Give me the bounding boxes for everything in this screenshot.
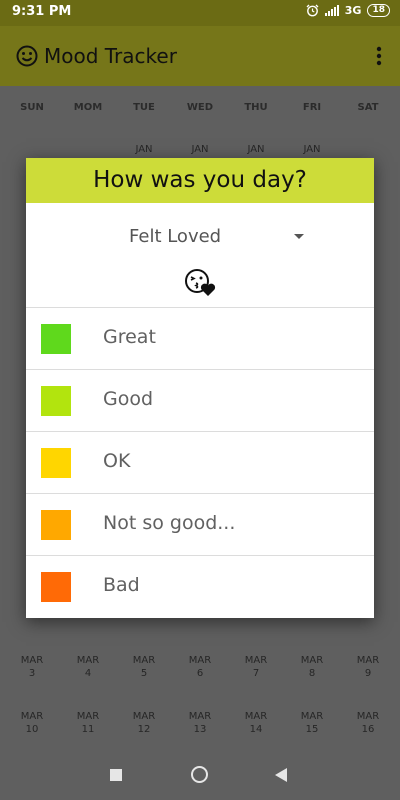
cell-month: MAR bbox=[244, 711, 268, 722]
color-swatch bbox=[41, 386, 71, 416]
mood-option-not-so-good[interactable]: Not so good... bbox=[26, 493, 374, 556]
day-of-week-header: MOM bbox=[73, 102, 103, 113]
cell-month: MAR bbox=[356, 711, 380, 722]
calendar-day-cell[interactable]: MAR 8 bbox=[284, 654, 340, 680]
status-icons: 3G 18 bbox=[306, 4, 390, 17]
home-icon[interactable] bbox=[191, 766, 208, 783]
status-bar: 9:31 PM 3G 18 bbox=[0, 0, 400, 26]
cell-day: 15 bbox=[305, 724, 319, 735]
cell-day: 12 bbox=[137, 724, 151, 735]
cell-month: MAR bbox=[20, 655, 44, 666]
mood-option-good[interactable]: Good bbox=[26, 369, 374, 432]
calendar-cell-month[interactable]: JAN bbox=[172, 144, 228, 155]
navigation-bar bbox=[0, 750, 400, 800]
dropdown-selected-value: Felt Loved bbox=[129, 226, 222, 247]
recents-icon[interactable] bbox=[110, 769, 122, 781]
cell-day: 8 bbox=[308, 668, 316, 679]
calendar-cell-month[interactable]: JAN bbox=[228, 144, 284, 155]
calendar-day-cell[interactable]: MAR 3 bbox=[4, 654, 60, 680]
cell-month: MAR bbox=[132, 655, 156, 666]
signal-icon bbox=[324, 5, 339, 16]
mood-dialog: How was you day? Felt Loved Great Good O… bbox=[26, 158, 374, 618]
color-swatch bbox=[41, 572, 71, 602]
calendar-day-cell[interactable]: MAR 14 bbox=[228, 710, 284, 736]
calendar-cell-month[interactable]: JAN bbox=[116, 144, 172, 155]
cell-day: 13 bbox=[193, 724, 207, 735]
cell-month: MAR bbox=[356, 655, 380, 666]
color-swatch bbox=[41, 510, 71, 540]
mood-option-label: Not so good... bbox=[103, 512, 236, 534]
calendar-day-cell[interactable]: MAR 12 bbox=[116, 710, 172, 736]
mood-option-label: Good bbox=[103, 388, 154, 410]
mood-option-great[interactable]: Great bbox=[26, 307, 374, 370]
battery-icon: 18 bbox=[367, 4, 390, 17]
app-title: Mood Tracker bbox=[44, 44, 177, 68]
mood-option-bad[interactable]: Bad bbox=[26, 555, 374, 618]
day-of-week-header: TUE bbox=[133, 102, 155, 113]
status-time: 9:31 PM bbox=[12, 4, 72, 19]
mood-option-label: OK bbox=[103, 450, 131, 472]
cell-month: MAR bbox=[20, 711, 44, 722]
cell-day: 16 bbox=[361, 724, 375, 735]
cell-day: 4 bbox=[84, 668, 92, 679]
mood-option-label: Bad bbox=[103, 574, 140, 596]
back-icon[interactable] bbox=[275, 768, 287, 782]
color-swatch bbox=[41, 448, 71, 478]
calendar-day-cell[interactable]: MAR 9 bbox=[340, 654, 396, 680]
mood-dropdown[interactable]: Felt Loved bbox=[26, 220, 374, 254]
calendar-day-cell[interactable]: MAR 11 bbox=[60, 710, 116, 736]
cell-month: MAR bbox=[76, 655, 100, 666]
color-swatch bbox=[41, 324, 71, 354]
calendar-cell-month[interactable]: JAN bbox=[284, 144, 340, 155]
calendar-day-cell[interactable]: MAR 16 bbox=[340, 710, 396, 736]
day-of-week-header: THU bbox=[244, 102, 268, 113]
calendar-day-cell[interactable]: MAR 6 bbox=[172, 654, 228, 680]
cell-day: 14 bbox=[249, 724, 263, 735]
alarm-icon bbox=[306, 4, 319, 17]
cell-day: 3 bbox=[28, 668, 36, 679]
cell-month: MAR bbox=[244, 655, 268, 666]
cell-month: MAR bbox=[300, 655, 324, 666]
cell-day: 5 bbox=[140, 668, 148, 679]
dialog-header: How was you day? bbox=[26, 158, 374, 203]
calendar-day-cell[interactable]: MAR 15 bbox=[284, 710, 340, 736]
cell-month: MAR bbox=[76, 711, 100, 722]
dropdown-arrow-icon bbox=[294, 234, 304, 239]
cell-day: 9 bbox=[364, 668, 372, 679]
calendar-day-cell[interactable]: MAR 5 bbox=[116, 654, 172, 680]
dialog-title: How was you day? bbox=[93, 167, 307, 193]
day-of-week-header: WED bbox=[186, 102, 214, 113]
calendar-day-cell[interactable]: MAR 10 bbox=[4, 710, 60, 736]
calendar-day-cell[interactable]: MAR 4 bbox=[60, 654, 116, 680]
smiley-icon bbox=[16, 45, 38, 67]
network-type: 3G bbox=[344, 4, 362, 17]
cell-day: 6 bbox=[196, 668, 204, 679]
cell-day: 10 bbox=[25, 724, 39, 735]
cell-month: MAR bbox=[132, 711, 156, 722]
day-of-week-header: SAT bbox=[357, 102, 379, 113]
day-of-week-header: SUN bbox=[20, 102, 44, 113]
day-of-week-header: FRI bbox=[302, 102, 322, 113]
mood-option-label: Great bbox=[103, 326, 156, 348]
cell-month: MAR bbox=[188, 711, 212, 722]
cell-month: MAR bbox=[188, 655, 212, 666]
app-bar: Mood Tracker bbox=[0, 26, 400, 86]
more-options-icon[interactable] bbox=[376, 46, 382, 66]
kiss-face-icon bbox=[185, 269, 216, 296]
calendar-day-cell[interactable]: MAR 13 bbox=[172, 710, 228, 736]
mood-option-ok[interactable]: OK bbox=[26, 431, 374, 494]
calendar-day-cell[interactable]: MAR 7 bbox=[228, 654, 284, 680]
cell-day: 11 bbox=[81, 724, 95, 735]
cell-month: MAR bbox=[300, 711, 324, 722]
cell-day: 7 bbox=[252, 668, 260, 679]
